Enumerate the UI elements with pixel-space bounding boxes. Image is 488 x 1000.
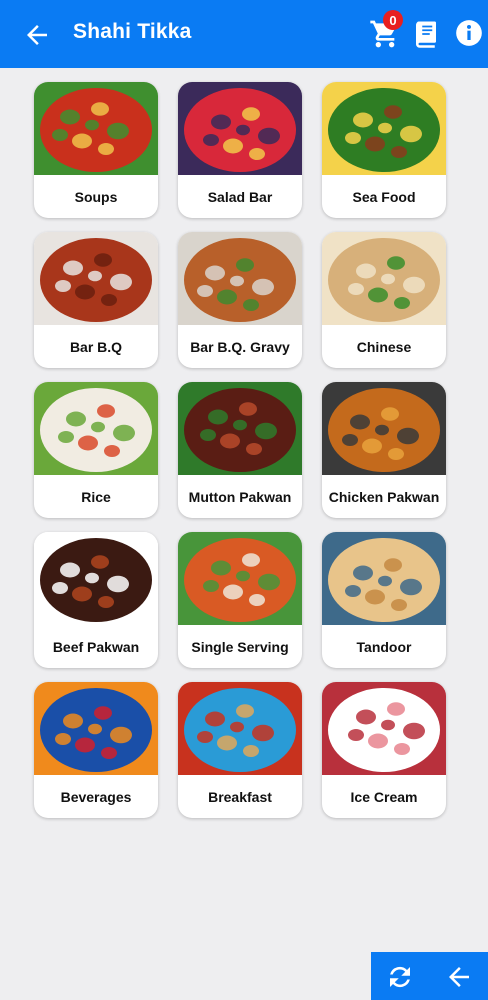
soup-bowl-image — [34, 82, 158, 175]
fried-rice-image — [34, 382, 158, 475]
category-label: Rice — [81, 488, 111, 505]
rice-chicken-plate-image — [178, 532, 302, 625]
bottom-back-button[interactable] — [444, 962, 474, 992]
menu-book-icon[interactable] — [411, 18, 441, 50]
category-card[interactable]: Breakfast — [178, 682, 302, 818]
category-label: Salad Bar — [207, 188, 273, 205]
category-label: Single Serving — [191, 638, 289, 655]
page-title: Shahi Tikka — [73, 20, 192, 43]
category-label: Bar B.Q — [69, 338, 123, 355]
category-card[interactable]: Soups — [34, 82, 158, 218]
category-card[interactable]: Mutton Pakwan — [178, 382, 302, 518]
soda-cans-image — [34, 682, 158, 775]
paratha-bread-image — [322, 532, 446, 625]
category-label: Ice Cream — [350, 788, 418, 805]
category-card[interactable]: Ice Cream — [322, 682, 446, 818]
refresh-icon[interactable] — [385, 962, 415, 992]
category-label: Chicken Pakwan — [328, 488, 440, 505]
category-card[interactable]: Chicken Pakwan — [322, 382, 446, 518]
beef-dish-image — [34, 532, 158, 625]
chicken-curry-image — [322, 382, 446, 475]
category-label: Sea Food — [352, 188, 416, 205]
mutton-dish-image — [178, 382, 302, 475]
category-card[interactable]: Beef Pakwan — [34, 532, 158, 668]
category-label: Beverages — [60, 788, 132, 805]
category-card[interactable]: Salad Bar — [178, 82, 302, 218]
category-grid: Soups Salad Bar Sea Food Bar B.Q Bar B.Q. Gr… — [34, 82, 446, 818]
category-card[interactable]: Bar B.Q. Gravy — [178, 232, 302, 368]
category-card[interactable]: Sea Food — [322, 82, 446, 218]
category-label: Bar B.Q. Gravy — [190, 338, 290, 355]
bbq-skewers-image — [34, 232, 158, 325]
grilled-fish-image — [322, 82, 446, 175]
category-label: Chinese — [356, 338, 412, 355]
curry-pot-image — [178, 232, 302, 325]
info-icon[interactable] — [455, 19, 483, 47]
category-label: Soups — [74, 188, 118, 205]
category-label: Tandoor — [356, 638, 412, 655]
category-label: Mutton Pakwan — [188, 488, 292, 505]
stir-fry-image — [322, 232, 446, 325]
category-card[interactable]: Single Serving — [178, 532, 302, 668]
back-button[interactable] — [22, 20, 52, 50]
fruit-salad-image — [178, 82, 302, 175]
category-card[interactable]: Beverages — [34, 682, 158, 818]
category-card[interactable]: Rice — [34, 382, 158, 518]
category-card[interactable]: Chinese — [322, 232, 446, 368]
category-label: Beef Pakwan — [52, 638, 140, 655]
cart-count-badge: 0 — [383, 10, 403, 30]
ice-cream-image — [322, 682, 446, 775]
category-card[interactable]: Bar B.Q — [34, 232, 158, 368]
category-label: Breakfast — [208, 788, 272, 805]
category-card[interactable]: Tandoor — [322, 532, 446, 668]
app-bar: Shahi Tikka 0 — [0, 0, 488, 68]
puri-breakfast-image — [178, 682, 302, 775]
